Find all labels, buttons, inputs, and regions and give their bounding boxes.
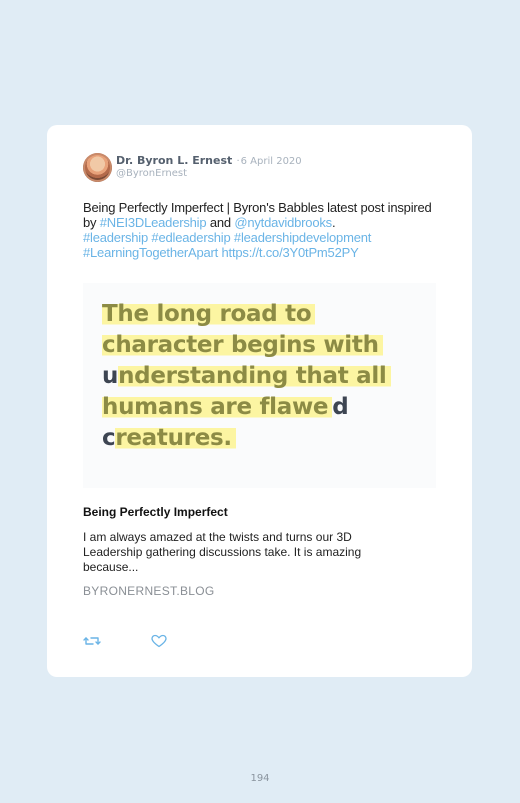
quote-line-4-text: humans are flawe	[102, 394, 333, 420]
hashtags-link[interactable]: #leadership #edleadership #leadershipdev…	[83, 230, 371, 245]
heart-icon-graphic	[151, 634, 167, 648]
link-card-title[interactable]: Being Perfectly Imperfect	[83, 505, 228, 519]
hashtag-learning-link[interactable]: #LearningTogetherApart	[83, 245, 218, 260]
quote-line-5: creatures.	[102, 425, 236, 451]
retweet-icon[interactable]	[83, 633, 101, 649]
quote-line-3-text: nderstanding that all	[118, 363, 391, 389]
quote-line-5-text: reatures.	[115, 425, 236, 451]
short-url-link[interactable]: https://t.co/3Y0tPm52PY	[222, 245, 359, 260]
link-card-description: I am always amazed at the twists and tur…	[83, 530, 362, 574]
quote-line-4-last: d	[332, 394, 349, 420]
quote-line-3-first: u	[102, 363, 119, 389]
tweet-text-period: .	[331, 215, 336, 230]
quote-line-5-first: c	[102, 425, 116, 451]
tweet-card: Dr. Byron L. Ernest ·6 April 2020 @Byron…	[47, 125, 472, 677]
quote-line-1-text: The long road to	[102, 301, 316, 327]
tweet-date: 6 April 2020	[240, 156, 302, 167]
quote-line-2-text: character begins with	[102, 332, 383, 358]
author-line: Dr. Byron L. Ernest ·6 April 2020	[116, 154, 302, 167]
retweet-icon-graphic	[83, 637, 101, 645]
page-number: 194	[250, 773, 270, 784]
heart-icon[interactable]	[150, 633, 168, 649]
hashtag-link[interactable]: #NEI3DLeadership	[100, 215, 207, 230]
quote-line-4: humans are flawe d	[102, 394, 349, 420]
tweet-text: Being Perfectly Imperfect | Byron's Babb…	[83, 200, 438, 260]
quote-image[interactable]: The long road to character begins with u…	[83, 283, 436, 488]
tweet-text-and: and	[206, 215, 235, 230]
mention-link[interactable]: @nytdavidbrooks	[234, 215, 332, 230]
author-handle[interactable]: @ByronErnest	[116, 168, 187, 179]
quote-line-2: character begins with	[102, 332, 383, 358]
quote-line-3: understanding that all	[102, 363, 391, 389]
quote-line-1: The long road to	[102, 301, 316, 327]
link-card-domain[interactable]: BYRONERNEST.BLOG	[83, 584, 215, 598]
avatar[interactable]	[83, 153, 112, 182]
avatar-ring	[83, 153, 112, 182]
author-name[interactable]: Dr. Byron L. Ernest	[116, 154, 232, 167]
